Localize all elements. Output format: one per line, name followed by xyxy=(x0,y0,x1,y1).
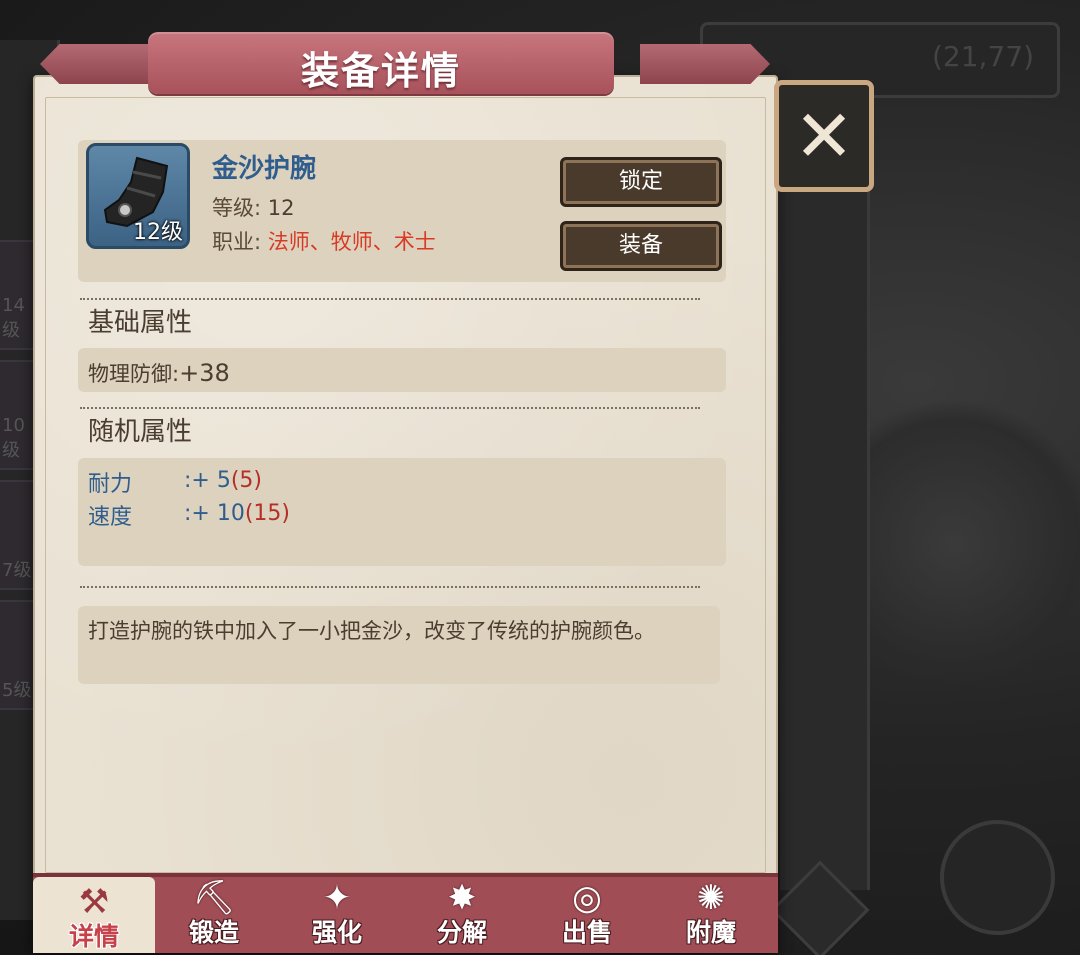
hammer-icon: ⚒ xyxy=(78,882,110,922)
stat-value: +38 xyxy=(179,359,230,387)
tab-sell[interactable]: ◎ 出售 xyxy=(526,873,648,953)
map-coordinates: (21,77) xyxy=(931,40,1034,73)
random-stat-label: 速度 xyxy=(88,505,133,530)
random-attributes-box xyxy=(78,458,726,566)
title-banner: 装备详情 xyxy=(148,32,614,94)
item-name: 金沙护腕 xyxy=(212,154,317,184)
tab-details[interactable]: ⚒ 详情 xyxy=(33,877,155,953)
title-ribbon-right xyxy=(640,44,770,84)
lock-button[interactable]: 锁定 xyxy=(560,157,722,207)
item-description: 打造护腕的铁中加入了一小把金沙，改变了传统的护腕颜色。 xyxy=(88,619,655,643)
close-icon: ✕ xyxy=(793,94,855,178)
anvil-icon: ⛏ xyxy=(192,878,236,918)
equip-button[interactable]: 装备 xyxy=(560,221,722,271)
random-stat-label: 耐力 xyxy=(88,472,133,497)
tab-label: 锻造 xyxy=(188,918,239,947)
class-label: 职业: xyxy=(212,230,262,254)
tab-label: 强化 xyxy=(311,918,362,947)
tab-label: 出售 xyxy=(561,918,612,947)
level-label: 等级: xyxy=(212,196,262,220)
round-action-button xyxy=(940,820,1055,935)
tab-forge[interactable]: ⛏ 锻造 xyxy=(153,873,275,953)
bracer-icon: 12级 xyxy=(86,143,190,249)
tab-enchant[interactable]: ✺ 附魔 xyxy=(650,873,772,953)
item-level-row: 等级: 12 xyxy=(212,192,295,222)
burst-icon: ✸ xyxy=(447,878,477,918)
random-attributes-title: 随机属性 xyxy=(88,417,193,447)
class-value: 法师、牧师、术士 xyxy=(267,230,436,254)
tab-label: 分解 xyxy=(436,918,487,947)
enchant-icon: ✺ xyxy=(696,878,726,918)
random-stat-value: :+ 10(15) xyxy=(184,501,290,526)
basic-stat-row: 物理防御:+38 xyxy=(88,358,230,388)
section-divider xyxy=(80,407,700,409)
random-stat-value: :+ 5(5) xyxy=(184,468,262,493)
sparkle-icon: ✦ xyxy=(322,878,352,918)
tab-enhance[interactable]: ✦ 强化 xyxy=(276,873,398,953)
slot-level: 7级 xyxy=(2,560,32,581)
tab-label: 详情 xyxy=(68,922,119,951)
stat-prefix: :+ xyxy=(184,468,217,493)
stat-label: 物理防御: xyxy=(88,362,180,386)
tab-label: 附魔 xyxy=(685,918,736,947)
tree-decoration xyxy=(870,380,1080,710)
item-class-row: 职业: 法师、牧师、术士 xyxy=(212,226,436,256)
stat-current: 10 xyxy=(216,501,245,526)
stat-current: 5 xyxy=(216,468,231,493)
stat-max: (15) xyxy=(244,501,291,526)
stat-max: (5) xyxy=(230,468,263,493)
dialog-title: 装备详情 xyxy=(300,49,461,93)
close-button[interactable]: ✕ xyxy=(774,80,874,192)
level-value: 12 xyxy=(267,196,295,220)
basic-attributes-title: 基础属性 xyxy=(88,308,193,338)
stat-prefix: :+ xyxy=(184,501,217,526)
item-level-badge: 12级 xyxy=(133,220,183,245)
tab-decompose[interactable]: ✸ 分解 xyxy=(401,873,523,953)
slot-level: 5级 xyxy=(2,680,32,701)
side-panel xyxy=(780,190,870,890)
section-divider xyxy=(80,586,700,588)
section-divider xyxy=(80,298,700,300)
coins-icon: ◎ xyxy=(572,878,602,918)
